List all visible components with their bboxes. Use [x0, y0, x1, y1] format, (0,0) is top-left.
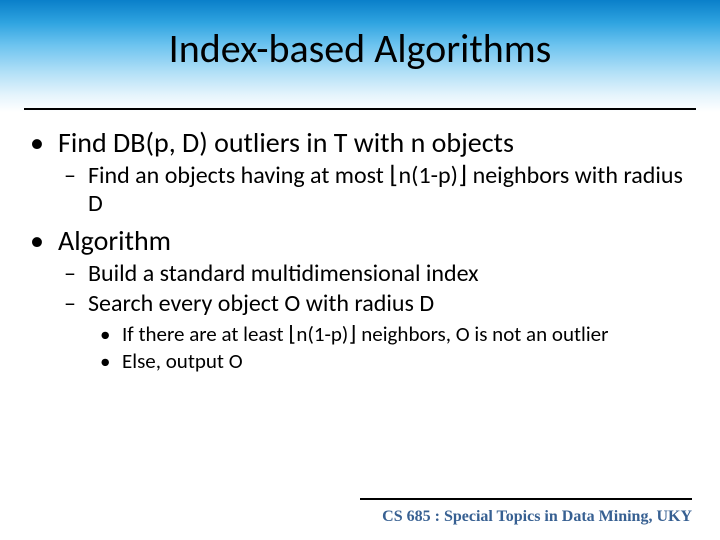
title-underline: [24, 108, 696, 110]
bullet-l3-text: If there are at least ⌊n(1-p)⌋ neighbors…: [122, 322, 608, 347]
footer-rule: [360, 498, 692, 500]
footer-text: CS 685 : Special Topics in Data Mining, …: [382, 508, 692, 526]
bullet-dot-icon: •: [100, 349, 122, 374]
bullet-dash-icon: –: [64, 290, 88, 318]
bullet-l3-text: Else, output O: [122, 349, 243, 374]
bullet-dot-icon: •: [30, 224, 58, 258]
bullet-l1-text: Find DB(p, D) outliers in T with n objec…: [58, 126, 514, 160]
bullet-dot-icon: •: [30, 126, 58, 160]
bullet-dot-icon: •: [100, 322, 122, 347]
bullet-l1-text: Algorithm: [58, 224, 171, 258]
bullet-l2-text: Find an objects having at most ⌊n(1-p)⌋ …: [88, 162, 690, 219]
bullet-dash-icon: –: [64, 162, 88, 190]
slide-title: Index-based Algorithms: [0, 24, 720, 73]
bullet-l2-text: Build a standard multidimensional index: [88, 260, 479, 288]
slide-body: • Find DB(p, D) outliers in T with n obj…: [30, 126, 690, 380]
bullet-l2-text: Search every object O with radius D: [88, 290, 434, 318]
bullet-dash-icon: –: [64, 260, 88, 288]
